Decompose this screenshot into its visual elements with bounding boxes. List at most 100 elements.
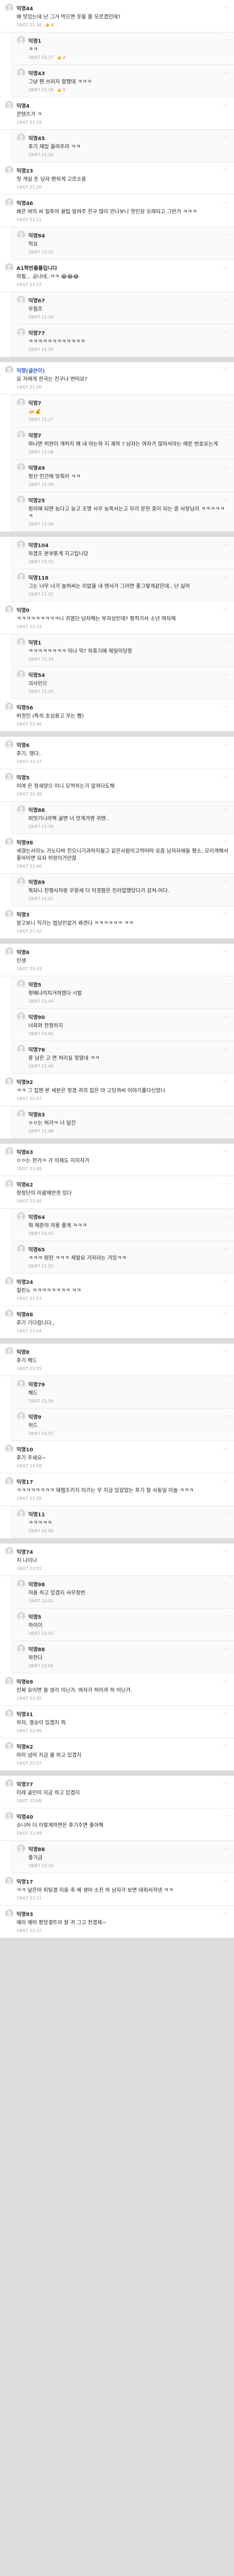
more-icon[interactable]: ⋯ [223, 1878, 229, 1884]
author-name[interactable]: 익명94 [28, 231, 45, 239]
author-name[interactable]: 익명46 [16, 199, 33, 207]
author-name[interactable]: 익명98 [28, 1580, 45, 1588]
author-name[interactable]: 익명118 [28, 573, 48, 581]
more-icon[interactable]: ⋯ [223, 432, 229, 438]
author-name[interactable]: 익명56 [16, 703, 33, 711]
author-name[interactable]: 익명62 [16, 1180, 33, 1188]
author-name[interactable]: 익명88 [28, 1845, 45, 1853]
author-name[interactable]: 익명104 [28, 541, 48, 549]
more-icon[interactable]: ⋯ [223, 70, 229, 76]
author-name[interactable]: 익명4 [16, 101, 29, 109]
more-icon[interactable]: ⋯ [223, 704, 229, 710]
author-name[interactable]: 익명9 [28, 1413, 41, 1420]
author-name[interactable]: 익명17 [16, 1877, 33, 1885]
author-name[interactable]: 익명25 [28, 496, 45, 504]
more-icon[interactable]: ⋯ [223, 497, 229, 503]
author-name[interactable]: 익명6 [16, 741, 29, 749]
more-icon[interactable]: ⋯ [223, 1549, 229, 1554]
more-icon[interactable]: ⋯ [223, 1149, 229, 1155]
more-icon[interactable]: ⋯ [223, 1311, 229, 1317]
more-icon[interactable]: ⋯ [223, 949, 229, 955]
like-count[interactable]: 👍 1 [57, 88, 65, 92]
author-name[interactable]: 익명64 [28, 1213, 45, 1221]
author-name[interactable]: 익명1 [28, 638, 41, 646]
author-name[interactable]: 익명40 [16, 1812, 33, 1820]
author-name[interactable]: 익명63 [16, 1148, 33, 1156]
more-icon[interactable]: ⋯ [223, 1381, 229, 1387]
more-icon[interactable]: ⋯ [223, 1814, 229, 1819]
author-name[interactable]: 익명69 [16, 1677, 33, 1685]
more-icon[interactable]: ⋯ [223, 1646, 229, 1652]
author-name[interactable]: 익명54 [28, 671, 45, 679]
more-icon[interactable]: ⋯ [223, 1414, 229, 1419]
more-icon[interactable]: ⋯ [223, 232, 229, 238]
more-icon[interactable]: ⋯ [223, 1679, 229, 1684]
more-icon[interactable]: ⋯ [223, 367, 229, 373]
more-icon[interactable]: ⋯ [223, 1846, 229, 1852]
more-icon[interactable]: ⋯ [223, 574, 229, 580]
more-icon[interactable]: ⋯ [223, 807, 229, 812]
more-icon[interactable]: ⋯ [223, 1246, 229, 1252]
author-name[interactable]: 익명1 [28, 37, 41, 44]
more-icon[interactable]: ⋯ [223, 1446, 229, 1452]
more-icon[interactable]: ⋯ [223, 1743, 229, 1749]
more-icon[interactable]: ⋯ [223, 465, 229, 470]
more-icon[interactable]: ⋯ [223, 103, 229, 108]
author-name[interactable]: 익명88 [28, 806, 45, 814]
author-name[interactable]: 익명6 [16, 948, 29, 956]
like-count[interactable]: 👍 4 [45, 23, 53, 27]
author-name[interactable]: 익명89 [28, 878, 45, 886]
more-icon[interactable]: ⋯ [223, 200, 229, 206]
author-name[interactable]: 익명17 [16, 1478, 33, 1485]
author-name[interactable]: 익명24 [16, 1278, 33, 1285]
author-name[interactable]: 익명45 [28, 134, 45, 142]
more-icon[interactable]: ⋯ [223, 1511, 229, 1517]
author-name[interactable]: 익명43 [28, 69, 45, 77]
author-name[interactable]: 익명62 [16, 1742, 33, 1750]
author-name[interactable]: 익명44 [16, 4, 33, 12]
more-icon[interactable]: ⋯ [223, 1046, 229, 1052]
more-icon[interactable]: ⋯ [223, 607, 229, 613]
author-name[interactable]: 익명83 [28, 1110, 45, 1118]
author-name[interactable]: 익명0 [16, 606, 29, 614]
author-name[interactable]: 익명8 [16, 1348, 29, 1355]
author-name[interactable]: 익명(글쓴이) [16, 366, 45, 374]
more-icon[interactable]: ⋯ [223, 1349, 229, 1354]
more-icon[interactable]: ⋯ [223, 135, 229, 141]
author-name[interactable]: 익명3 [16, 910, 29, 918]
more-icon[interactable]: ⋯ [223, 1479, 229, 1484]
author-name[interactable]: 익명31 [16, 1710, 33, 1718]
more-icon[interactable]: ⋯ [223, 1214, 229, 1219]
author-name[interactable]: 익명11 [28, 1510, 45, 1518]
more-icon[interactable]: ⋯ [223, 1279, 229, 1284]
more-icon[interactable]: ⋯ [223, 1014, 229, 1020]
more-icon[interactable]: ⋯ [223, 1111, 229, 1117]
author-name[interactable]: 익명7 [28, 399, 41, 406]
author-name[interactable]: 익명79 [28, 1380, 45, 1388]
more-icon[interactable]: ⋯ [223, 38, 229, 43]
author-name[interactable]: 익명5 [28, 1613, 41, 1620]
author-name[interactable]: 익명74 [16, 1548, 33, 1555]
more-icon[interactable]: ⋯ [223, 1911, 229, 1917]
author-name[interactable]: 익명88 [16, 1310, 33, 1318]
more-icon[interactable]: ⋯ [223, 1581, 229, 1587]
more-icon[interactable]: ⋯ [223, 542, 229, 548]
author-name[interactable]: A1학번롤롤입니다 [16, 264, 57, 272]
more-icon[interactable]: ⋯ [223, 839, 229, 845]
author-name[interactable]: 익명23 [16, 166, 33, 174]
more-icon[interactable]: ⋯ [223, 265, 229, 270]
author-name[interactable]: 익명77 [28, 329, 45, 336]
more-icon[interactable]: ⋯ [223, 400, 229, 405]
like-count[interactable]: 👍 2 [57, 55, 65, 60]
author-name[interactable]: 익명65 [28, 1245, 45, 1253]
author-name[interactable]: 익명67 [28, 296, 45, 304]
more-icon[interactable]: ⋯ [223, 1711, 229, 1717]
author-name[interactable]: 익명98 [16, 838, 33, 846]
author-name[interactable]: 익명7 [28, 431, 41, 439]
more-icon[interactable]: ⋯ [223, 742, 229, 748]
more-icon[interactable]: ⋯ [223, 981, 229, 987]
more-icon[interactable]: ⋯ [223, 1781, 229, 1787]
author-name[interactable]: 익명88 [28, 1645, 45, 1653]
more-icon[interactable]: ⋯ [223, 911, 229, 917]
more-icon[interactable]: ⋯ [223, 774, 229, 780]
